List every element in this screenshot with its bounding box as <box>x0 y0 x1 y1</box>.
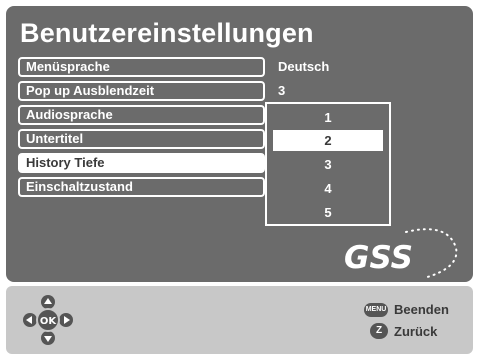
menu-item-label: History Tiefe <box>26 155 105 170</box>
z-button-icon: Z <box>370 323 388 339</box>
popup-option-1[interactable]: 1 <box>273 107 383 128</box>
menu-item-label: Untertitel <box>26 131 84 146</box>
menu-item-untertitel[interactable]: Untertitel <box>18 129 265 149</box>
ok-label: OK <box>40 316 58 327</box>
navigation-pad-icon[interactable]: OK <box>22 294 74 346</box>
menu-item-label: Pop up Ausblendzeit <box>26 83 155 98</box>
menu-item-label: Audiosprache <box>26 107 113 122</box>
page-title: Benutzereinstellungen <box>20 18 314 48</box>
menu-item-audiosprache[interactable]: Audiosprache <box>18 105 265 125</box>
footer-action-beenden[interactable]: MENU Beenden <box>364 302 449 317</box>
menu-value-popup-ausblendzeit: 3 <box>278 83 286 98</box>
menu-item-popup-ausblendzeit[interactable]: Pop up Ausblendzeit <box>18 81 265 101</box>
zurueck-label: Zurück <box>394 323 438 339</box>
history-depth-popup: 1 2 3 4 5 <box>265 102 391 226</box>
menu-button-icon: MENU <box>364 302 388 317</box>
popup-option-3[interactable]: 3 <box>273 154 383 175</box>
menu-item-history-tiefe[interactable]: History Tiefe <box>18 153 265 173</box>
menu-item-label: Menüsprache <box>26 59 110 74</box>
popup-option-4[interactable]: 4 <box>273 178 383 199</box>
footer-action-zurueck[interactable]: Z Zurück <box>370 323 437 339</box>
logo-text: GSS <box>344 240 413 276</box>
beenden-label: Beenden <box>394 302 449 317</box>
menu-item-einschaltzustand[interactable]: Einschaltzustand <box>18 177 265 197</box>
osd-panel: Benutzereinstellungen Menüsprache Deutsc… <box>6 6 473 282</box>
gss-logo-icon: GSS <box>336 218 466 282</box>
settings-screen: Benutzereinstellungen Menüsprache Deutsc… <box>0 0 479 360</box>
menu-item-menuesprache[interactable]: Menüsprache <box>18 57 265 77</box>
footer-bar: OK MENU Beenden Z Zurück <box>6 286 473 354</box>
menu-item-label: Einschaltzustand <box>26 179 133 194</box>
menu-value-menuesprache: Deutsch <box>278 59 330 74</box>
popup-option-2[interactable]: 2 <box>273 130 383 151</box>
